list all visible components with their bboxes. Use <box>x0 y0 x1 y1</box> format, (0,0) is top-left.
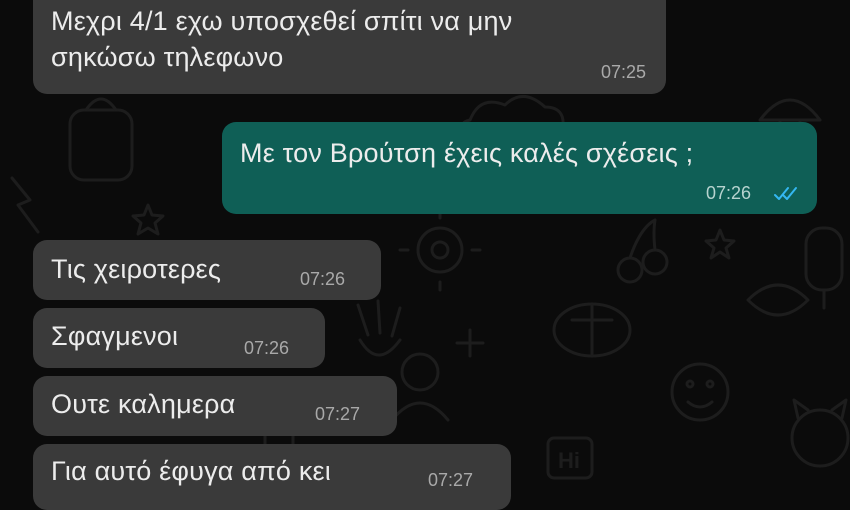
message-text: Μεχρι 4/1 εχω υποσχεθεί σπίτι να μην <box>51 6 513 36</box>
incoming-message[interactable]: Ουτε καλημερα 07:27 <box>33 376 397 436</box>
outgoing-message[interactable]: Με τον Βρούτση έχεις καλές σχέσεις ; 07:… <box>222 122 817 214</box>
chat-messages[interactable]: Μεχρι 4/1 εχω υποσχεθεί σπίτι να μην σηκ… <box>0 0 850 510</box>
message-time: 07:26 <box>706 183 752 203</box>
message-time: 07:25 <box>601 62 647 82</box>
message-text: Τις χειροτερες <box>51 254 222 284</box>
message-time: 07:27 <box>315 404 361 424</box>
message-text: Με τον Βρούτση έχεις καλές σχέσεις ; <box>240 138 694 168</box>
message-text: σηκώσω τηλεφωνο <box>51 42 284 72</box>
message-time: 07:26 <box>300 269 346 289</box>
message-text: Ουτε καλημερα <box>51 389 236 419</box>
incoming-message[interactable]: Τις χειροτερες 07:26 <box>33 240 381 300</box>
message-text: Για αυτό έφυγα από κει <box>51 456 331 486</box>
message-time: 07:26 <box>244 338 290 358</box>
message-time: 07:27 <box>428 470 474 490</box>
double-check-icon <box>774 187 797 200</box>
incoming-message[interactable]: Για αυτό έφυγα από κει 07:27 <box>33 444 511 510</box>
message-text: Σφαγμενοι <box>51 321 179 351</box>
incoming-message[interactable]: Σφαγμενοι 07:26 <box>33 308 325 368</box>
incoming-message[interactable]: Μεχρι 4/1 εχω υποσχεθεί σπίτι να μην σηκ… <box>33 0 666 94</box>
